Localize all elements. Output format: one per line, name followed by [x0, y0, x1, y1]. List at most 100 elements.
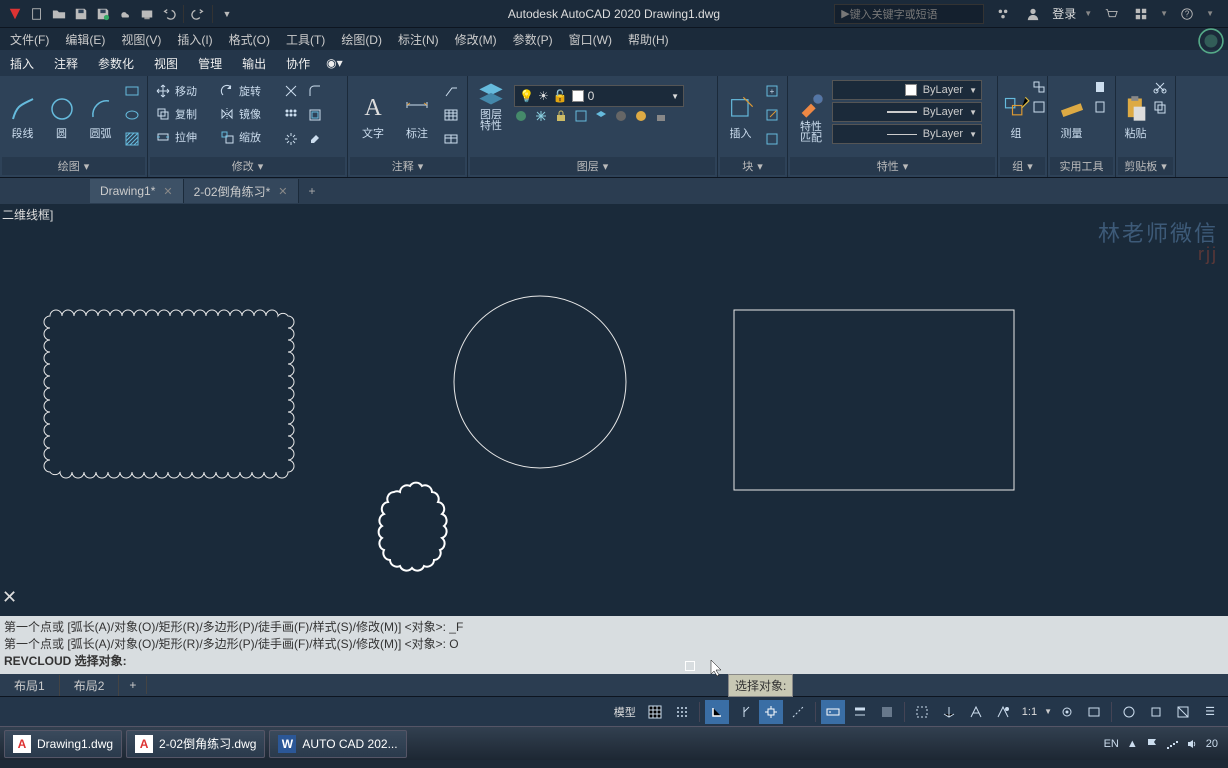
share-icon[interactable]	[994, 5, 1012, 23]
search-input[interactable]: ▶ 键入关键字或短语	[834, 4, 984, 24]
circle-button[interactable]: 圆	[43, 80, 80, 155]
ribbon-tab-manage[interactable]: 管理	[188, 51, 232, 76]
tray-flag-icon[interactable]	[1146, 738, 1158, 750]
block-attr-icon[interactable]	[761, 128, 783, 150]
grid-icon[interactable]	[643, 700, 667, 724]
block-insert-button[interactable]: 插入	[722, 80, 759, 155]
offset-icon[interactable]	[304, 104, 326, 126]
ribbon-tab-view[interactable]: 视图	[144, 51, 188, 76]
cart-icon[interactable]	[1102, 5, 1120, 23]
layer-unlock-icon[interactable]	[654, 109, 672, 127]
snap-icon[interactable]	[670, 700, 694, 724]
layout-tab-1[interactable]: 布局1	[0, 675, 60, 696]
scale-button[interactable]: 缩放	[216, 126, 278, 148]
annotation-scale-icon[interactable]	[964, 700, 988, 724]
lang-indicator[interactable]: EN	[1104, 738, 1119, 750]
draw-panel-label[interactable]: 绘图 ▾	[2, 157, 145, 175]
selection-icon[interactable]	[910, 700, 934, 724]
help-icon[interactable]: ?	[1178, 5, 1196, 23]
layer-freeze-icon[interactable]	[534, 109, 552, 127]
layer-thaw-icon[interactable]	[634, 109, 652, 127]
new-icon[interactable]	[28, 5, 46, 23]
scale-label[interactable]: 1:1	[1018, 706, 1041, 718]
layout-tab-2[interactable]: 布局2	[60, 675, 120, 696]
color-dropdown[interactable]: ByLayer▼	[832, 80, 982, 100]
menu-modify[interactable]: 修改(M)	[449, 29, 503, 50]
clean-icon[interactable]	[1171, 700, 1195, 724]
command-line[interactable]: 第一个点或 [弧长(A)/对象(O)/矩形(R)/多边形(P)/徒手画(F)/样…	[0, 616, 1228, 674]
utility-panel-label[interactable]: 实用工具	[1050, 157, 1113, 175]
menu-format[interactable]: 格式(O)	[223, 29, 276, 50]
ribbon-tab-annotate[interactable]: 注释	[44, 51, 88, 76]
close-icon[interactable]: ✕	[163, 185, 172, 198]
ribbon-tab-parametric[interactable]: 参数化	[88, 51, 144, 76]
gizmo-icon[interactable]	[937, 700, 961, 724]
layer-on-icon[interactable]	[514, 109, 532, 127]
ortho-icon[interactable]	[705, 700, 729, 724]
trim-icon[interactable]	[280, 80, 302, 102]
calc-icon[interactable]	[1093, 100, 1111, 118]
ribbon-tab-featured[interactable]: ◉▾	[320, 52, 349, 74]
paste-icon[interactable]	[1093, 80, 1111, 98]
taskbar-item-3[interactable]: WAUTO CAD 202...	[269, 730, 406, 758]
app-logo-icon[interactable]	[6, 5, 24, 23]
system-tray[interactable]: EN ▲ 20	[1104, 738, 1224, 750]
ribbon-tab-insert[interactable]: 插入	[0, 51, 44, 76]
viewport-close-icon[interactable]: ✕	[2, 587, 17, 608]
menu-view[interactable]: 视图(V)	[115, 29, 167, 50]
tray-up-icon[interactable]: ▲	[1127, 738, 1138, 750]
rotate-button[interactable]: 旋转	[216, 80, 278, 102]
block-panel-label[interactable]: 块 ▾	[720, 157, 785, 175]
cut-icon[interactable]	[1153, 80, 1171, 98]
isolate-icon[interactable]	[1117, 700, 1141, 724]
table-icon[interactable]	[440, 104, 462, 126]
text-button[interactable]: A文字	[352, 80, 394, 155]
customize-icon[interactable]: ☰	[1198, 700, 1222, 724]
model-button[interactable]: 模型	[610, 704, 640, 720]
doc-tab-2[interactable]: 2-02倒角练习*✕	[184, 179, 299, 203]
new-tab-button[interactable]: +	[299, 184, 326, 198]
erase-icon[interactable]	[304, 128, 326, 150]
lineweight-dropdown[interactable]: ByLayer▼	[832, 102, 982, 122]
open-icon[interactable]	[50, 5, 68, 23]
cloud-icon[interactable]	[116, 5, 134, 23]
arc-button[interactable]: 圆弧	[82, 80, 119, 155]
dyn-input-icon[interactable]	[821, 700, 845, 724]
menu-insert[interactable]: 插入(I)	[171, 29, 218, 50]
doc-tab-drawing1[interactable]: Drawing1*✕	[90, 179, 184, 203]
menu-file[interactable]: 文件(F)	[4, 29, 55, 50]
track-icon[interactable]	[786, 700, 810, 724]
layer-lock-icon[interactable]	[554, 109, 572, 127]
group-panel-label[interactable]: 组 ▾	[1000, 157, 1045, 175]
clipboard-panel-label[interactable]: 剪贴板 ▾	[1118, 157, 1173, 175]
annotation-panel-label[interactable]: 注释 ▾	[350, 157, 465, 175]
hatch-icon[interactable]	[121, 128, 143, 150]
layer-isolate-icon[interactable]	[594, 109, 612, 127]
ellipse-icon[interactable]	[121, 104, 143, 126]
stretch-button[interactable]: 拉伸	[152, 126, 214, 148]
annotation-vis-icon[interactable]	[991, 700, 1015, 724]
undo-icon[interactable]	[160, 5, 178, 23]
app-home-icon[interactable]	[1132, 5, 1150, 23]
copy-clip-icon[interactable]	[1153, 100, 1171, 118]
tablestyle-icon[interactable]	[440, 128, 462, 150]
group-button[interactable]: 组	[1002, 80, 1030, 155]
plot-icon[interactable]	[138, 5, 156, 23]
lineweight-icon[interactable]	[848, 700, 872, 724]
qat-dropdown-icon[interactable]: ▼	[218, 5, 236, 23]
linetype-dropdown[interactable]: ByLayer▼	[832, 124, 982, 144]
properties-panel-label[interactable]: 特性 ▾	[790, 157, 995, 175]
login-button[interactable]: 登录	[1052, 5, 1076, 22]
menu-help[interactable]: 帮助(H)	[622, 29, 675, 50]
match-prop-button[interactable]: 特性 匹配	[792, 80, 830, 155]
tray-volume-icon[interactable]	[1186, 738, 1198, 750]
ribbon-tab-collab[interactable]: 协作	[276, 51, 320, 76]
user-icon[interactable]	[1024, 5, 1042, 23]
measure-button[interactable]: 测量	[1052, 80, 1091, 155]
layer-off-icon[interactable]	[614, 109, 632, 127]
hardware-icon[interactable]	[1144, 700, 1168, 724]
tray-clock[interactable]: 20	[1206, 738, 1218, 750]
move-button[interactable]: 移动	[152, 80, 214, 102]
osnap-icon[interactable]	[759, 700, 783, 724]
polar-icon[interactable]	[732, 700, 756, 724]
